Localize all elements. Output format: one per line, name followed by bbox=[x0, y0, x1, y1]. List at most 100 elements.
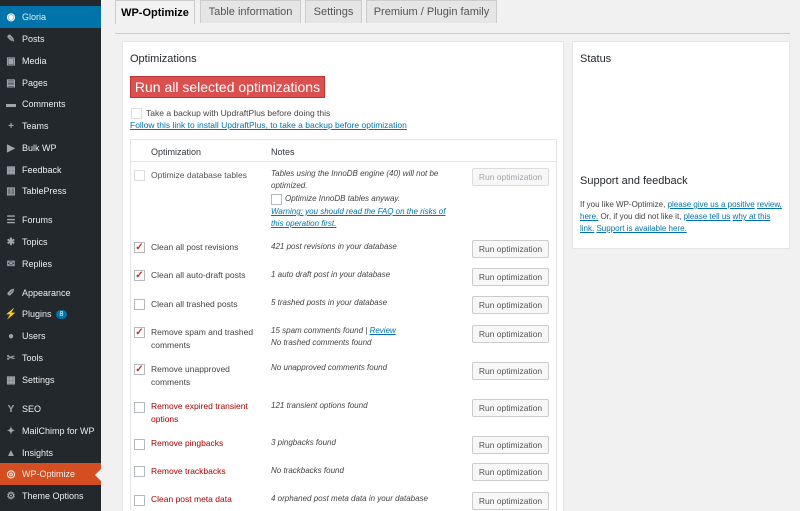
status-title: Status bbox=[580, 53, 612, 65]
run-transient-button[interactable]: Run optimization bbox=[472, 399, 549, 417]
tab-divider bbox=[115, 33, 790, 34]
sidebar-item-media[interactable]: ▣ Media bbox=[0, 50, 101, 72]
tab-settings[interactable]: Settings bbox=[305, 0, 362, 23]
sidebar-item-label: Forums bbox=[22, 215, 53, 225]
sidebar-item-teams[interactable]: + Teams bbox=[0, 115, 101, 137]
trashed-posts-note: 5 trashed posts in your database bbox=[271, 298, 388, 307]
yoast-icon: Y bbox=[7, 403, 15, 415]
optimize-db-label: Optimize database tables bbox=[151, 170, 247, 180]
sidebar-item-theme-options[interactable]: ⚙ Theme Options bbox=[0, 485, 101, 507]
unapproved-comments-note: No unapproved comments found bbox=[271, 363, 388, 372]
sidebar-item-label: Theme Options bbox=[22, 491, 84, 501]
positive-review-link[interactable]: please give us a positive bbox=[668, 200, 755, 209]
tell-us-link[interactable]: please tell us bbox=[684, 212, 731, 221]
pingbacks-checkbox[interactable] bbox=[134, 439, 145, 450]
sidebar-item-label: Appearance bbox=[22, 288, 71, 298]
post-revisions-checkbox[interactable]: ✓ bbox=[134, 242, 145, 253]
admin-sidebar: ◉ Gloria ✎ Posts ▣ Media ▤ Pages ▬ Comments + Teams… bbox=[0, 0, 101, 511]
run-trackbacks-button[interactable]: Run optimization bbox=[472, 463, 549, 481]
optimizations-title: Optimizations bbox=[130, 53, 197, 65]
sidebar-item-insights[interactable]: ▲ Insights bbox=[0, 442, 101, 464]
auto-draft-checkbox[interactable]: ✓ bbox=[134, 270, 145, 281]
run-post-revisions-button[interactable]: Run optimization bbox=[472, 240, 549, 258]
sidebar-item-label: Teams bbox=[22, 121, 49, 131]
table-header-divider bbox=[131, 161, 556, 162]
transient-note: 121 transient options found bbox=[271, 401, 368, 410]
forum-icon: ☰ bbox=[6, 214, 16, 226]
trackbacks-note: No trackbacks found bbox=[271, 466, 344, 475]
backup-checkbox[interactable] bbox=[131, 108, 142, 119]
trackbacks-checkbox[interactable] bbox=[134, 466, 145, 477]
feedback-icon: ▦ bbox=[6, 164, 16, 176]
unapproved-comments-checkbox[interactable]: ✓ bbox=[134, 364, 145, 375]
auto-draft-note: 1 auto draft post in your database bbox=[271, 270, 391, 279]
spam-comments-checkbox[interactable]: ✓ bbox=[134, 327, 145, 338]
faq-warning-link-2[interactable]: this operation first. bbox=[271, 218, 336, 230]
sidebar-item-wp-optimize[interactable]: ◎ WP-Optimize bbox=[0, 463, 101, 485]
check-icon: ✓ bbox=[135, 326, 144, 338]
sidebar-item-plugins[interactable]: ⚡ Plugins 8 bbox=[0, 303, 101, 325]
unapproved-comments-label-2: comments bbox=[151, 377, 191, 387]
sidebar-item-replies[interactable]: ✉ Replies bbox=[0, 253, 101, 275]
post-meta-label: Clean post meta data bbox=[151, 494, 232, 504]
tab-table-information[interactable]: Table information bbox=[200, 0, 301, 23]
settings-icon: ▦ bbox=[6, 374, 16, 386]
post-revisions-note: 421 post revisions in your database bbox=[271, 242, 397, 251]
run-pingbacks-button[interactable]: Run optimization bbox=[472, 436, 549, 454]
run-unapproved-comments-button[interactable]: Run optimization bbox=[472, 362, 549, 380]
col-notes: Notes bbox=[271, 147, 295, 157]
support-link[interactable]: Support is available here. bbox=[596, 224, 686, 233]
post-meta-checkbox[interactable] bbox=[134, 495, 145, 506]
run-post-meta-button[interactable]: Run optimization bbox=[472, 492, 549, 510]
sidebar-item-tools[interactable]: ✂ Tools bbox=[0, 347, 101, 369]
sidebar-item-forums[interactable]: ☰ Forums bbox=[0, 209, 101, 231]
bulk-icon: ▶ bbox=[7, 142, 15, 154]
plugins-count-badge: 8 bbox=[55, 309, 68, 319]
sidebar-item-gloria[interactable]: ◉ Gloria bbox=[0, 6, 101, 28]
optimize-db-note1: Tables using the InnoDB engine (40) will… bbox=[271, 169, 439, 178]
user-icon: ● bbox=[7, 330, 15, 342]
sidebar-item-posts[interactable]: ✎ Posts bbox=[0, 28, 101, 50]
sidebar-item-label: Insights bbox=[22, 448, 54, 458]
pingbacks-label: Remove pingbacks bbox=[151, 438, 224, 448]
auto-draft-label: Clean all auto-draft posts bbox=[151, 270, 246, 280]
sidebar-item-label: Tools bbox=[22, 353, 44, 363]
plus-icon: + bbox=[8, 120, 14, 132]
run-trashed-posts-button[interactable]: Run optimization bbox=[472, 296, 549, 314]
wordpress-icon: ◉ bbox=[6, 11, 16, 23]
sidebar-item-seo[interactable]: Y SEO bbox=[0, 398, 101, 420]
sidebar-item-settings[interactable]: ▦ Settings bbox=[0, 369, 101, 391]
optimize-db-checkbox[interactable] bbox=[134, 170, 145, 181]
tab-wp-optimize[interactable]: WP-Optimize bbox=[115, 0, 195, 24]
trashed-comments-note: No trashed comments found bbox=[271, 338, 372, 347]
trashed-posts-checkbox[interactable] bbox=[134, 299, 145, 310]
post-revisions-label: Clean all post revisions bbox=[151, 242, 239, 252]
review-link[interactable]: Review bbox=[370, 326, 396, 335]
transient-label-2: options bbox=[151, 414, 179, 424]
reply-icon: ✉ bbox=[6, 258, 16, 270]
sidebar-item-appearance[interactable]: ✐ Appearance bbox=[0, 282, 101, 304]
sidebar-item-feedback[interactable]: ▦ Feedback bbox=[0, 159, 101, 181]
faq-warning-link[interactable]: Warning: you should read the FAQ on the … bbox=[271, 206, 445, 218]
updraft-link[interactable]: Follow this link to install UpdraftPlus,… bbox=[130, 120, 407, 130]
sidebar-item-tablepress[interactable]: ▥ TablePress bbox=[0, 180, 101, 202]
run-all-button[interactable]: Run all selected optimizations bbox=[130, 76, 325, 98]
check-icon: ✓ bbox=[135, 269, 144, 281]
gear-icon: ⚙ bbox=[6, 490, 16, 502]
innodb-checkbox[interactable] bbox=[271, 194, 282, 205]
sidebar-item-bulk-wp[interactable]: ▶ Bulk WP bbox=[0, 137, 101, 159]
sidebar-item-comments[interactable]: ▬ Comments bbox=[0, 93, 101, 115]
sidebar-item-topics[interactable]: ✱ Topics bbox=[0, 231, 101, 253]
tab-premium[interactable]: Premium / Plugin family bbox=[366, 0, 497, 23]
sidebar-item-pages[interactable]: ▤ Pages bbox=[0, 72, 101, 94]
sidebar-item-label: Posts bbox=[22, 34, 45, 44]
transient-label: Remove expired transient bbox=[151, 401, 248, 411]
run-auto-draft-button[interactable]: Run optimization bbox=[472, 268, 549, 286]
transient-checkbox[interactable] bbox=[134, 402, 145, 413]
run-spam-comments-button[interactable]: Run optimization bbox=[472, 325, 549, 343]
sidebar-item-users[interactable]: ● Users bbox=[0, 325, 101, 347]
run-optimization-db-button[interactable]: Run optimization bbox=[472, 168, 549, 186]
sidebar-item-mailchimp-for-wp[interactable]: ✦ MailChimp for WP bbox=[0, 420, 101, 442]
col-optimization: Optimization bbox=[151, 147, 202, 157]
sidebar-item-label: Bulk WP bbox=[22, 143, 57, 153]
